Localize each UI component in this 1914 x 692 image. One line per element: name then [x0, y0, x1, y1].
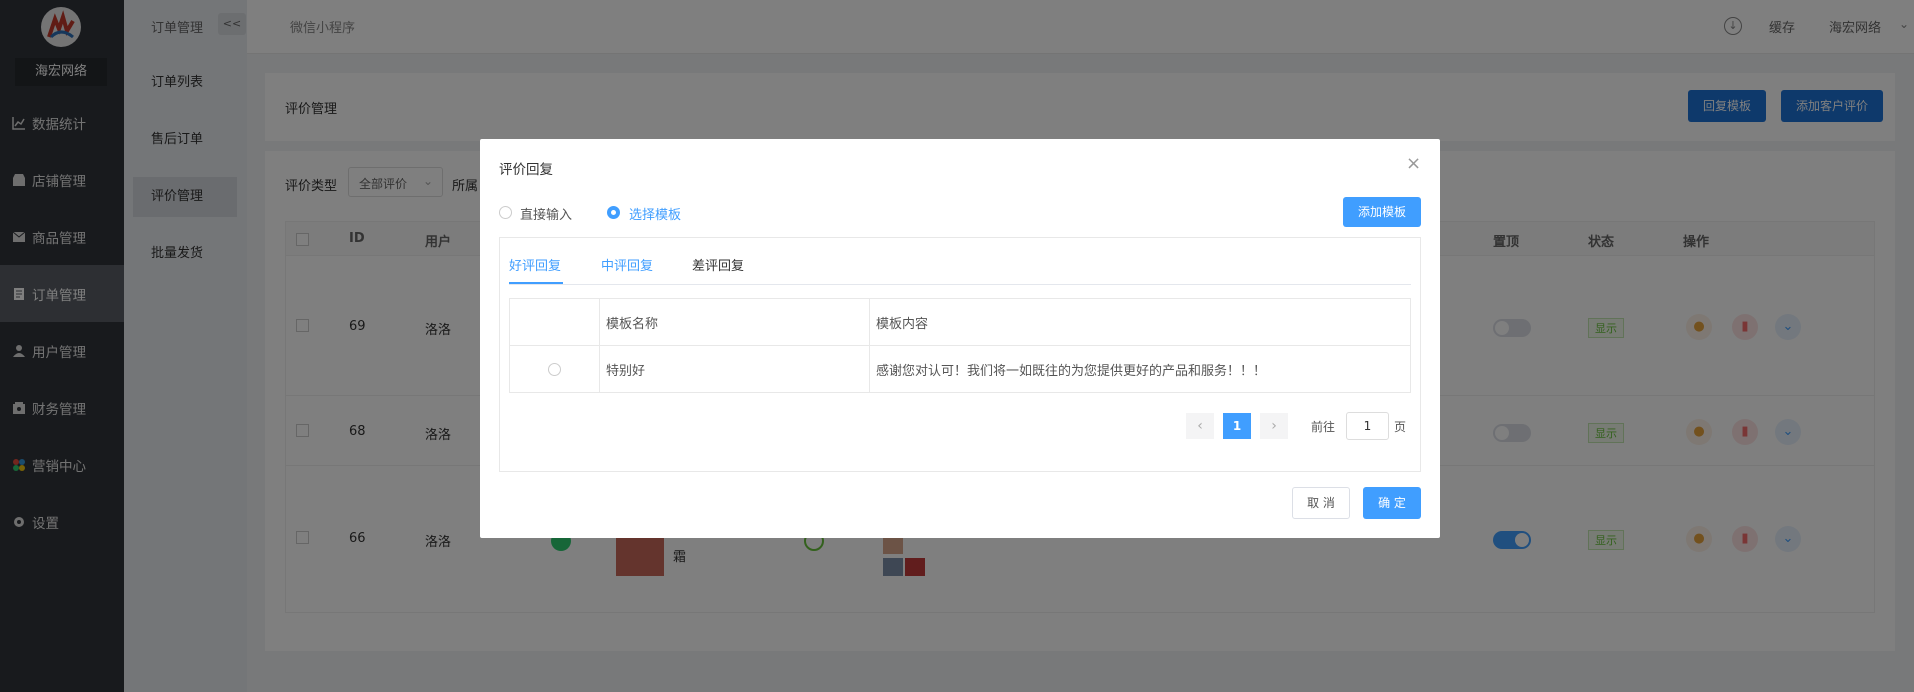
goto-page-input[interactable]: 1 [1346, 412, 1389, 440]
table-header-content: 模板内容 [869, 298, 1411, 346]
add-template-button[interactable]: 添加模板 [1343, 197, 1421, 227]
cancel-button[interactable]: 取 消 [1292, 487, 1350, 519]
reply-dialog: 评价回复 × 直接输入 选择模板 添加模板 好评回复 中评回复 差评回复 模板名… [480, 139, 1440, 538]
table-header-select [509, 298, 600, 346]
dialog-title: 评价回复 [499, 162, 553, 178]
page-number-button[interactable]: 1 [1223, 413, 1251, 439]
table-header-name: 模板名称 [599, 298, 870, 346]
template-radio[interactable] [548, 362, 561, 376]
template-panel: 好评回复 中评回复 差评回复 模板名称 模板内容 特别好 感谢您对认可！我们将一… [499, 237, 1421, 472]
goto-label: 前往 [1311, 420, 1336, 434]
template-row-content: 感谢您对认可！我们将一如既往的为您提供更好的产品和服务！！！ [869, 345, 1411, 393]
close-icon[interactable]: × [1406, 153, 1421, 174]
prev-page-button[interactable]: ‹ [1186, 413, 1214, 439]
radio-direct-input[interactable] [499, 206, 512, 219]
tab-good-reply[interactable]: 好评回复 [509, 255, 561, 274]
radio-select-template[interactable] [607, 206, 620, 219]
template-row-select[interactable] [509, 345, 600, 393]
page-suffix: 页 [1394, 420, 1407, 434]
radio-template-label[interactable]: 选择模板 [629, 204, 681, 223]
template-row-name: 特别好 [599, 345, 870, 393]
next-page-button[interactable]: › [1260, 413, 1288, 439]
radio-direct-label[interactable]: 直接输入 [520, 204, 572, 223]
tab-neutral-reply[interactable]: 中评回复 [601, 255, 653, 274]
tab-bad-reply[interactable]: 差评回复 [692, 255, 744, 274]
confirm-button[interactable]: 确 定 [1363, 487, 1421, 519]
tab-divider [509, 284, 1411, 285]
